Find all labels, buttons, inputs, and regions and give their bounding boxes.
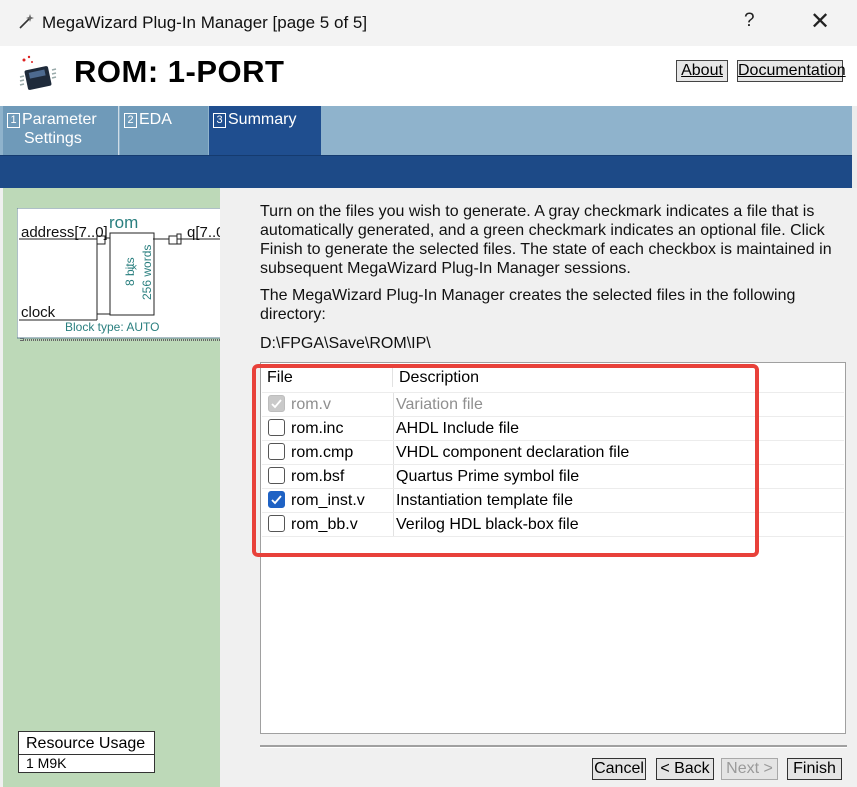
- diagram-times: ×: [131, 262, 137, 274]
- wizard-header: ROM: 1-PORT About Documentation: [0, 46, 857, 106]
- window-title: MegaWizard Plug-In Manager [page 5 of 5]: [42, 13, 368, 32]
- about-button[interactable]: About: [676, 60, 728, 82]
- diagram-name: rom: [109, 213, 138, 232]
- tab-number: 1: [7, 113, 20, 128]
- tab-summary[interactable]: 3 Summary: [209, 106, 321, 155]
- tab-label: Parameter: [22, 111, 97, 128]
- documentation-button-label: Documentation: [738, 62, 846, 79]
- button-separator: [260, 745, 847, 748]
- page-title: ROM: 1-PORT: [74, 54, 285, 89]
- tab-number: 2: [124, 113, 137, 128]
- documentation-button[interactable]: Documentation: [737, 60, 846, 82]
- help-button[interactable]: ?: [744, 10, 755, 32]
- next-button: Next >: [721, 758, 778, 780]
- tab-underline-bar: [0, 155, 857, 188]
- instructions-text: Turn on the files you wish to generate. …: [260, 203, 832, 277]
- title-bar: MegaWizard Plug-In Manager [page 5 of 5]…: [0, 0, 857, 47]
- resource-usage-box: Resource Usage 1 M9K: [18, 731, 155, 773]
- port-clock: clock: [21, 304, 56, 321]
- cancel-button[interactable]: Cancel: [592, 758, 646, 780]
- tab-eda[interactable]: 2 EDA: [120, 106, 208, 155]
- tab-label: EDA: [139, 111, 172, 128]
- close-button[interactable]: ✕: [810, 7, 830, 36]
- wizard-wand-icon: [19, 14, 34, 29]
- output-directory: D:\FPGA\Save\ROM\IP\: [260, 335, 431, 352]
- window-edge: [852, 106, 857, 188]
- megafunction-chip-icon: [19, 55, 57, 90]
- tab-parameter-settings[interactable]: 1 Parameter Settings: [3, 106, 119, 155]
- tab-label: Summary: [228, 111, 297, 128]
- back-button[interactable]: < Back: [656, 758, 714, 780]
- resource-usage-header: Resource Usage: [19, 732, 154, 755]
- block-symbol-diagram: rom 8 bits 256 words × address[7..0] q[7…: [17, 208, 237, 341]
- diagram-depth: 256 words: [140, 245, 154, 300]
- resource-usage-value: 1 M9K: [26, 755, 67, 771]
- tab-label-line2: Settings: [24, 130, 82, 147]
- about-button-label: About: [681, 62, 723, 79]
- finish-button[interactable]: Finish: [787, 758, 842, 780]
- port-address: address[7..0]: [21, 224, 108, 241]
- directory-intro-text: The MegaWizard Plug-In Manager creates t…: [260, 287, 796, 323]
- highlight-annotation: [252, 364, 759, 557]
- block-type: Block type: AUTO: [65, 320, 159, 334]
- tab-number: 3: [213, 113, 226, 128]
